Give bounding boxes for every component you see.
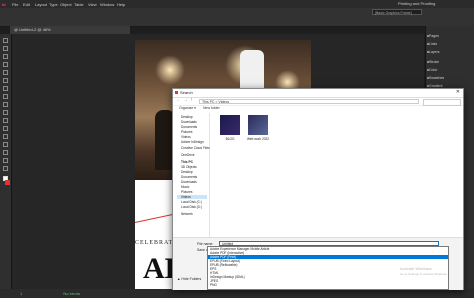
dialog-title: Search xyxy=(180,90,193,95)
file-label[interactable]: Web work 2022 xyxy=(245,137,271,141)
gap-tool-icon[interactable] xyxy=(3,62,8,67)
nav-item[interactable]: Downloads xyxy=(181,120,197,124)
line-tool-icon[interactable] xyxy=(3,78,8,83)
nav-item[interactable]: Videos xyxy=(181,135,191,139)
type-tool-icon[interactable] xyxy=(3,70,8,75)
forward-arrow-icon[interactable]: → xyxy=(183,97,188,103)
eyedropper-tool-icon[interactable] xyxy=(3,150,8,155)
preflight-status[interactable]: No errors xyxy=(63,291,80,296)
nav-item[interactable]: Downloads xyxy=(181,180,197,184)
scissors-tool-icon[interactable] xyxy=(3,118,8,123)
search-input[interactable] xyxy=(423,99,461,106)
panel-color[interactable]: Color xyxy=(429,68,437,72)
menu-object[interactable]: Object xyxy=(60,2,72,7)
stroke-swatch-icon[interactable] xyxy=(5,180,10,185)
activate-windows-watermark: Activate Windows xyxy=(400,266,432,271)
menu-type[interactable]: Type xyxy=(49,2,58,7)
control-style-field[interactable]: [Basic Graphics Frame] xyxy=(372,9,422,15)
nav-item[interactable]: Desktop xyxy=(181,170,193,174)
hide-folders-button[interactable]: ▲ Hide Folders xyxy=(177,277,201,281)
zoom-tool-icon[interactable] xyxy=(3,166,8,171)
rectangle-frame-tool-icon[interactable] xyxy=(3,102,8,107)
page-tool-icon[interactable] xyxy=(3,54,8,59)
dialog-app-icon xyxy=(175,91,178,94)
menu-help[interactable]: Help xyxy=(117,2,125,7)
panel-swatches[interactable]: Swatches xyxy=(429,76,444,80)
rectangle-tool-icon[interactable] xyxy=(3,110,8,115)
nav-item[interactable]: This PC xyxy=(181,160,193,164)
up-arrow-icon[interactable]: ↑ xyxy=(190,97,193,103)
save-dialog: Search ✕ ← → ↑ This PC > Videos Organize… xyxy=(172,88,464,290)
file-label[interactable]: BLOG xyxy=(217,137,243,141)
nav-item[interactable]: Local Disk (C:) xyxy=(181,200,202,204)
back-arrow-icon[interactable]: ← xyxy=(176,97,181,103)
nav-item-selected[interactable]: Videos xyxy=(177,195,207,199)
page-number[interactable]: 1 xyxy=(20,291,22,296)
new-folder-button[interactable]: New folder xyxy=(203,106,220,110)
workspace-switcher[interactable]: Printing and Proofing xyxy=(398,1,435,6)
close-icon[interactable]: ✕ xyxy=(456,89,460,95)
nav-item[interactable]: Documents xyxy=(181,175,197,179)
note-tool-icon[interactable] xyxy=(3,142,8,147)
menu-edit[interactable]: Edit xyxy=(23,2,30,7)
nav-item[interactable]: Local Disk (D:) xyxy=(181,205,202,209)
dialog-toolbar: Organize ▾ New folder xyxy=(173,106,463,112)
nav-item[interactable]: Documents xyxy=(181,125,197,129)
nav-item[interactable]: Pictures xyxy=(181,130,193,134)
menu-layout[interactable]: Layout xyxy=(35,2,47,7)
nav-item[interactable]: Pictures xyxy=(181,190,193,194)
pen-tool-icon[interactable] xyxy=(3,86,8,91)
direct-selection-tool-icon[interactable] xyxy=(3,46,8,51)
menu-table[interactable]: Table xyxy=(74,2,84,7)
tools-panel xyxy=(0,34,12,289)
menu-view[interactable]: View xyxy=(88,2,97,7)
navigation-pane: Desktop Downloads Documents Pictures Vid… xyxy=(173,113,210,253)
nav-item[interactable]: Music xyxy=(181,185,189,189)
dropdown-option[interactable]: PNG xyxy=(208,283,448,287)
address-bar[interactable]: This PC > Videos xyxy=(199,99,419,104)
indesign-logo: Id xyxy=(2,2,6,7)
selection-tool-icon[interactable] xyxy=(3,38,8,43)
nav-item[interactable]: Adobe InDesign xyxy=(181,140,204,144)
nav-item[interactable]: 3D Objects xyxy=(181,165,197,169)
video-thumbnail[interactable] xyxy=(220,115,240,135)
activate-windows-subtext: Go to Settings to activate Windows. xyxy=(400,272,448,276)
nav-item[interactable]: Desktop xyxy=(181,115,193,119)
panel-links[interactable]: Links xyxy=(429,42,437,46)
nav-item[interactable]: OneDrive xyxy=(181,153,194,157)
panel-layers[interactable]: Layers xyxy=(429,50,440,54)
video-thumbnail[interactable] xyxy=(248,115,268,135)
menu-file[interactable]: File xyxy=(12,2,18,7)
file-list: BLOG Web work 2022 xyxy=(213,115,459,235)
nav-item[interactable]: Creative Cloud Files xyxy=(181,146,210,150)
transform-tool-icon[interactable] xyxy=(3,126,8,131)
gradient-tool-icon[interactable] xyxy=(3,134,8,139)
nav-item[interactable]: Network xyxy=(181,212,193,216)
document-tab[interactable]: @ Untitled-2 @ 46% xyxy=(10,26,130,34)
panel-pages[interactable]: Pages xyxy=(429,34,439,38)
menu-window[interactable]: Window xyxy=(100,2,114,7)
pencil-tool-icon[interactable] xyxy=(3,94,8,99)
hand-tool-icon[interactable] xyxy=(3,158,8,163)
status-bar: 1 No errors xyxy=(0,289,474,298)
panel-stroke[interactable]: Stroke xyxy=(429,60,439,64)
organize-button[interactable]: Organize ▾ xyxy=(179,106,196,110)
